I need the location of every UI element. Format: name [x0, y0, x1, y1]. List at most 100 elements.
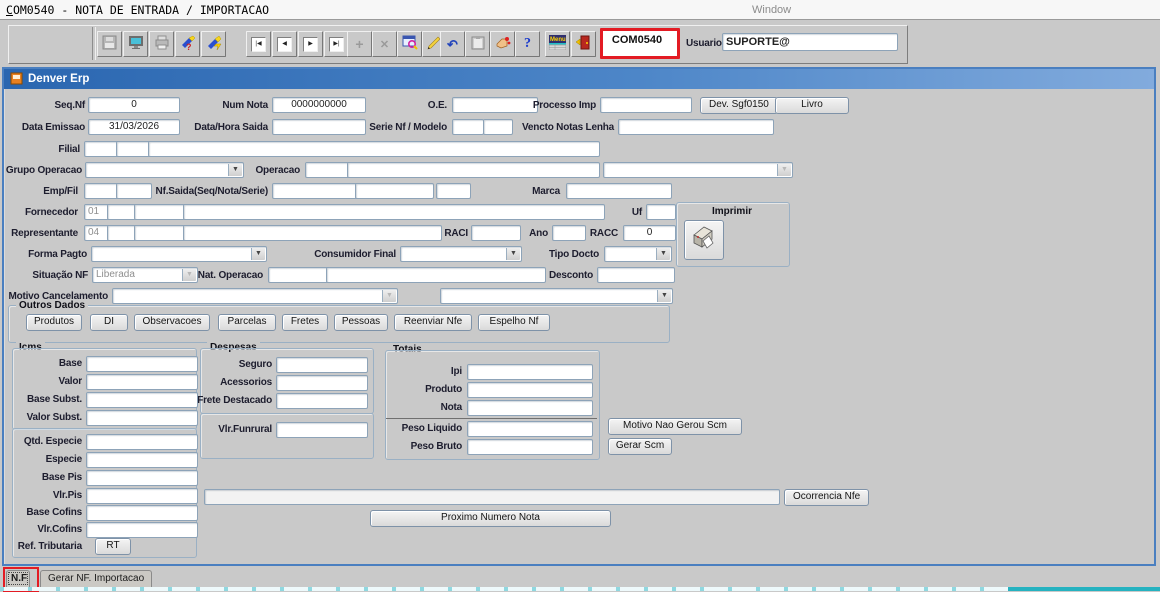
- serie-nf-field[interactable]: [452, 119, 484, 135]
- raci-field[interactable]: [471, 225, 521, 241]
- fretes-button[interactable]: Fretes: [282, 314, 328, 331]
- observacoes-button[interactable]: Observacoes: [134, 314, 210, 331]
- print-button[interactable]: [149, 31, 174, 57]
- execute-query-button[interactable]: [201, 31, 226, 57]
- help-button[interactable]: ?: [515, 31, 540, 57]
- undo-button[interactable]: ↶: [440, 31, 465, 57]
- racc-field[interactable]: 0: [623, 225, 676, 241]
- first-record-button[interactable]: |◀: [246, 31, 271, 57]
- filial-emp-field[interactable]: [84, 141, 120, 157]
- dev-sgf0150-button[interactable]: Dev. Sgf0150: [700, 97, 778, 114]
- nat-operacao-cod-field[interactable]: [268, 267, 330, 283]
- delete-record-button[interactable]: ✕: [372, 31, 397, 57]
- reenviar-nfe-button[interactable]: Reenviar Nfe: [394, 314, 472, 331]
- motivo-cancelamento-select-2[interactable]: ▼: [440, 288, 673, 304]
- desconto-field[interactable]: [597, 267, 675, 283]
- icms-valor-subst-field[interactable]: [86, 410, 198, 426]
- parcelas-button[interactable]: Parcelas: [218, 314, 276, 331]
- last-record-button[interactable]: ▶|: [324, 31, 349, 57]
- exit-button[interactable]: [571, 31, 596, 57]
- representante-cod-field[interactable]: [134, 225, 188, 241]
- ocorrencia-nfe-button[interactable]: Ocorrencia Nfe: [784, 489, 869, 506]
- data-emissao-field[interactable]: 31/03/2026: [88, 119, 180, 135]
- seguro-field[interactable]: [276, 357, 368, 373]
- especie-field[interactable]: [86, 452, 198, 468]
- peso-liquido-field[interactable]: [467, 421, 593, 437]
- uf-field[interactable]: [646, 204, 676, 220]
- usuario-field[interactable]: SUPORTE@: [722, 33, 898, 51]
- icms-base-field[interactable]: [86, 356, 198, 372]
- peso-bruto-field[interactable]: [467, 439, 593, 455]
- processo-imp-field[interactable]: [600, 97, 692, 113]
- fil-field[interactable]: [116, 183, 152, 199]
- insert-record-button[interactable]: +: [347, 31, 372, 57]
- denver-erp-titlebar[interactable]: [4, 69, 1154, 89]
- vlr-funrural-field[interactable]: [276, 422, 368, 438]
- base-cofins-field[interactable]: [86, 505, 198, 521]
- filial-nome-field[interactable]: [148, 141, 600, 157]
- representante-nome-field[interactable]: [183, 225, 442, 241]
- nota-field[interactable]: [467, 400, 593, 416]
- fornecedor-nome-field[interactable]: [183, 204, 605, 220]
- tab-nf[interactable]: N.F: [6, 570, 30, 587]
- grupo-operacao-select[interactable]: ▼: [85, 162, 244, 178]
- tipo-docto-select[interactable]: ▼: [604, 246, 672, 262]
- previous-record-button[interactable]: ◀: [272, 31, 297, 57]
- imprimir-button[interactable]: [684, 220, 724, 260]
- marca-field[interactable]: [566, 183, 672, 199]
- menu-button[interactable]: Menu: [545, 31, 570, 57]
- frete-destacado-field[interactable]: [276, 393, 368, 409]
- nat-operacao-desc-field[interactable]: [326, 267, 546, 283]
- chevron-down-icon[interactable]: ▼: [656, 248, 670, 260]
- produtos-button[interactable]: Produtos: [26, 314, 82, 331]
- ipi-field[interactable]: [467, 364, 593, 380]
- chevron-down-icon[interactable]: ▼: [657, 290, 671, 302]
- tab-gerar-nf-importacao[interactable]: Gerar NF. Importacao: [40, 570, 152, 587]
- num-nota-field[interactable]: 0000000000: [272, 97, 366, 113]
- rt-button[interactable]: RT: [95, 538, 131, 555]
- seq-nf-field[interactable]: 0: [88, 97, 180, 113]
- qtd-especie-field[interactable]: [86, 434, 198, 450]
- pessoas-button[interactable]: Pessoas: [334, 314, 388, 331]
- clipboard-button[interactable]: [465, 31, 490, 57]
- commit-button[interactable]: [490, 31, 515, 57]
- vlr-cofins-field[interactable]: [86, 522, 198, 538]
- operacao-desc-field[interactable]: [347, 162, 600, 178]
- situacao-nf-select[interactable]: Liberada▼: [92, 267, 198, 283]
- proximo-numero-nota-button[interactable]: Proximo Numero Nota: [370, 510, 611, 527]
- di-button[interactable]: DI: [90, 314, 128, 331]
- motivo-cancelamento-select[interactable]: ▼: [112, 288, 398, 304]
- gerar-scm-button[interactable]: Gerar Scm: [608, 438, 672, 455]
- display-button[interactable]: [123, 31, 148, 57]
- livro-button[interactable]: Livro: [775, 97, 849, 114]
- chevron-down-icon[interactable]: ▼: [506, 248, 520, 260]
- base-pis-field[interactable]: [86, 470, 198, 486]
- motivo-nao-gerou-scm-button[interactable]: Motivo Nao Gerou Scm: [608, 418, 742, 435]
- vlr-pis-field[interactable]: [86, 488, 198, 504]
- menu-window[interactable]: Window: [752, 4, 791, 16]
- espelho-nf-button[interactable]: Espelho Nf: [478, 314, 550, 331]
- fornecedor-cod-field[interactable]: [134, 204, 188, 220]
- enter-query-button[interactable]: ?: [175, 31, 200, 57]
- emp-field[interactable]: [84, 183, 120, 199]
- ano-field[interactable]: [552, 225, 586, 241]
- save-button[interactable]: [97, 31, 122, 57]
- data-hora-saida-field[interactable]: [272, 119, 366, 135]
- icms-valor-field[interactable]: [86, 374, 198, 390]
- acessorios-field[interactable]: [276, 375, 368, 391]
- vencto-notas-lenha-field[interactable]: [618, 119, 774, 135]
- consumidor-final-select[interactable]: ▼: [400, 246, 522, 262]
- nf-saida-serie-field[interactable]: [436, 183, 471, 199]
- operacao-cod-field[interactable]: [305, 162, 350, 178]
- icms-base-subst-field[interactable]: [86, 392, 198, 408]
- chevron-down-icon[interactable]: ▼: [228, 164, 242, 176]
- nf-saida-nota-field[interactable]: [355, 183, 434, 199]
- forma-pagto-select[interactable]: ▼: [91, 246, 267, 262]
- query-form-button[interactable]: [397, 31, 422, 57]
- operacao-select[interactable]: ▼: [603, 162, 793, 178]
- produto-field[interactable]: [467, 382, 593, 398]
- nf-saida-seq-field[interactable]: [272, 183, 358, 199]
- next-record-button[interactable]: ▶: [298, 31, 323, 57]
- modelo-field[interactable]: [483, 119, 513, 135]
- chevron-down-icon[interactable]: ▼: [251, 248, 265, 260]
